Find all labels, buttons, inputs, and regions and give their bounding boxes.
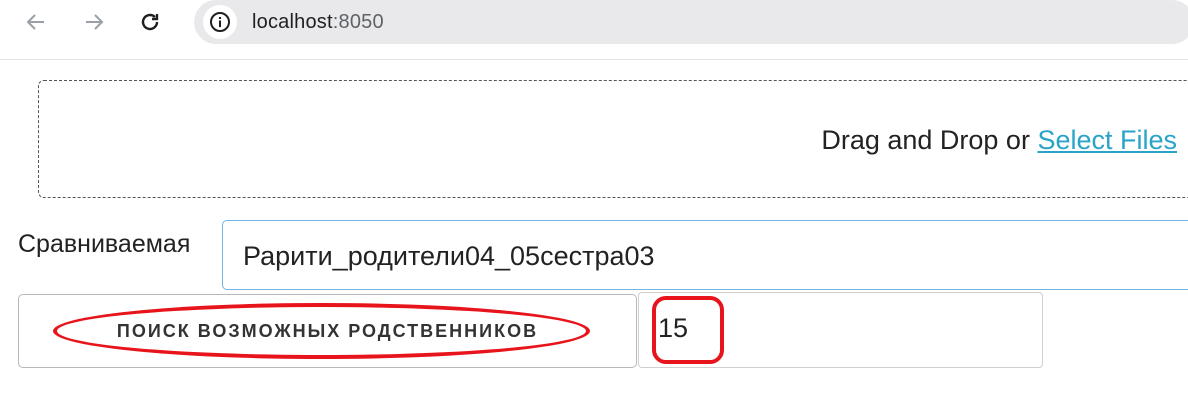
reload-icon: [141, 13, 159, 31]
url-text[interactable]: localhost:8050: [252, 11, 384, 34]
back-button[interactable]: [20, 6, 52, 38]
select-files-link[interactable]: Select Files: [1037, 125, 1177, 155]
compared-dropdown-value: Рарити_родители04_05сестра03: [243, 241, 655, 271]
site-info-button[interactable]: [203, 5, 237, 39]
arrow-right-icon: [86, 14, 104, 30]
toolbar-divider: [0, 59, 1188, 60]
annotation-ellipse: [53, 303, 590, 359]
url-port: :8050: [332, 11, 384, 33]
arrow-left-icon: [26, 14, 44, 30]
annotation-rectangle: [652, 296, 724, 364]
reload-button[interactable]: [134, 6, 166, 38]
forward-button[interactable]: [78, 6, 110, 38]
compared-dropdown[interactable]: Рарити_родители04_05сестра03: [222, 220, 1188, 290]
compared-label: Сравниваемая: [18, 230, 191, 258]
url-host: localhost: [252, 11, 333, 33]
browser-toolbar: localhost:8050: [0, 0, 1188, 44]
dropzone-prefix: Drag and Drop or: [821, 125, 1038, 155]
info-circle-icon: [210, 12, 230, 32]
file-upload-dropzone[interactable]: Drag and Drop or Select Files: [38, 80, 1188, 198]
dropzone-text: Drag and Drop or Select Files: [821, 125, 1177, 156]
